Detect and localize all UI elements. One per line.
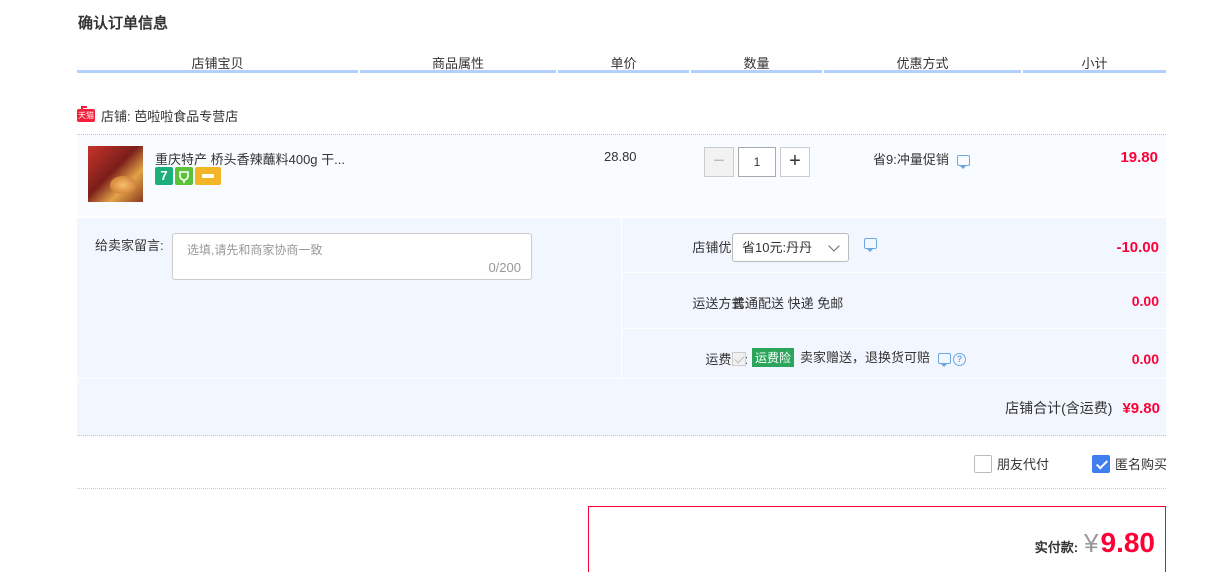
shop-coupon-amount: -10.00 [1116, 239, 1159, 256]
shop-coupon-row: 店铺优惠: 省10元:丹丹 -10.00 [622, 218, 1166, 273]
shipping-method: 普通配送 快递 免邮 [732, 296, 844, 311]
page-title: 确认订单信息 [78, 15, 169, 32]
insurance-text: 卖家赠送，退换货可赔 [800, 350, 931, 365]
product-thumbnail[interactable] [88, 146, 143, 202]
tmall-icon: 天猫 [77, 105, 95, 122]
friend-pay-label[interactable]: 朋友代付 [997, 454, 1049, 473]
shop-coupon-selected: 省10元:丹丹 [742, 240, 813, 255]
shop-total-amount: ¥9.80 [1122, 399, 1160, 417]
quantity-input[interactable]: 1 [738, 147, 776, 177]
column-header: 店铺宝贝 商品属性 单价 数量 优惠方式 小计 [77, 56, 1166, 78]
unit-price: 28.80 [604, 149, 637, 164]
payment-summary: 实付款: ¥ 9.80 [588, 506, 1166, 572]
credit-card-icon[interactable] [195, 167, 221, 185]
chevron-down-icon [828, 240, 840, 252]
payment-label: 实付款: [1034, 540, 1079, 555]
message-label: 给卖家留言: [95, 238, 164, 253]
insurance-tag: 运费险 [752, 348, 795, 367]
product-title[interactable]: 重庆特产 桥头香辣蘸料400g 干... [155, 149, 345, 168]
promotion-info: 省9:冲量促销 [873, 149, 970, 169]
column-attributes: 商品属性 [360, 56, 556, 73]
help-icon[interactable]: ? [953, 353, 967, 366]
seller-message-input[interactable]: 选填,请先和商家协商一致 0/200 [172, 233, 532, 280]
message-bubble-icon[interactable] [938, 353, 952, 367]
shop-name[interactable]: 店铺: 芭啦啦食品专营店 [101, 106, 238, 125]
shop-total: 店铺合计(含运费) ¥9.80 [1005, 398, 1160, 418]
friend-pay-checkbox[interactable] [974, 454, 992, 473]
anonymous-purchase-label[interactable]: 匿名购买 [1115, 454, 1167, 473]
column-shop-item: 店铺宝贝 [77, 56, 358, 73]
insurance-checkbox [732, 351, 746, 366]
shop-total-label: 店铺合计(含运费) [1005, 400, 1113, 416]
column-unit-price: 单价 [558, 56, 689, 73]
order-item-row: 重庆特产 桥头香辣蘸料400g 干... 7 28.80 − 1 + 省9:冲量… [77, 134, 1166, 216]
promotion-text: 省9:冲量促销 [873, 152, 949, 167]
shop-coupon-select[interactable]: 省10元:丹丹 [732, 233, 849, 262]
column-promotion: 优惠方式 [824, 56, 1021, 73]
shop-line: 天猫 店铺: 芭啦啦食品专营店 [77, 105, 238, 125]
increase-quantity-button[interactable]: + [780, 147, 810, 177]
insurance-row: 运费险: 运费险 卖家赠送，退换货可赔? 0.00 [622, 330, 1166, 378]
anonymous-purchase-checkbox[interactable] [1092, 454, 1110, 473]
seven-day-return-icon[interactable]: 7 [155, 167, 173, 185]
friend-pay-option[interactable]: 朋友代付 [974, 454, 1049, 473]
insurance-info: 运费险 卖家赠送，退换货可赔? [732, 347, 967, 367]
payment-amount: 9.80 [1100, 527, 1156, 558]
decrease-quantity-button[interactable]: − [704, 147, 734, 177]
insurance-amount: 0.00 [1131, 351, 1159, 367]
message-char-counter: 0/200 [488, 260, 521, 275]
payment-line: 实付款: ¥ 9.80 [1035, 527, 1155, 559]
anonymous-purchase-option[interactable]: 匿名购买 [1092, 454, 1167, 473]
shipping-row: 运送方式: 普通配送 快递 免邮 0.00 [622, 274, 1166, 329]
service-icons: 7 [155, 167, 221, 185]
assurance-icon[interactable] [175, 167, 193, 185]
column-quantity: 数量 [691, 56, 822, 73]
shipping-amount: 0.00 [1131, 293, 1159, 309]
message-placeholder: 选填,请先和商家协商一致 [187, 243, 323, 257]
message-bubble-icon[interactable] [864, 238, 877, 252]
payment-currency: ¥ [1084, 528, 1099, 558]
column-subtotal: 小计 [1023, 56, 1166, 73]
order-details-panel: 给卖家留言: 选填,请先和商家协商一致 0/200 店铺优惠: 省10元:丹丹 … [77, 218, 1166, 436]
item-subtotal: 19.80 [1120, 149, 1158, 166]
total-divider [77, 378, 1166, 379]
separator [77, 488, 1166, 489]
quantity-stepper: − 1 + [704, 147, 810, 177]
message-bubble-icon[interactable] [956, 155, 970, 169]
